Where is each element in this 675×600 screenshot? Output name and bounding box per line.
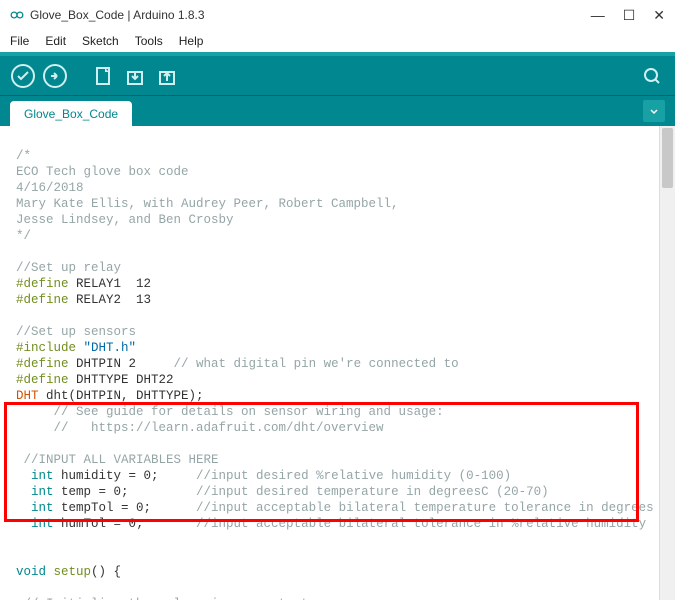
code-line: //Set up sensors	[16, 325, 136, 339]
code-line: // See guide for details on sensor wirin…	[16, 405, 444, 419]
code-line: int humTol = 0; //input acceptable bilat…	[16, 517, 646, 531]
code-line: #include "DHT.h"	[16, 341, 136, 355]
tab-menu-button[interactable]	[643, 100, 665, 122]
menu-edit[interactable]: Edit	[41, 32, 70, 50]
toolbar	[0, 52, 675, 96]
code-line: void setup() {	[16, 565, 121, 579]
code-line: #define RELAY2 13	[16, 293, 151, 307]
window-title: Glove_Box_Code | Arduino 1.8.3	[30, 8, 205, 22]
menubar: File Edit Sketch Tools Help	[0, 30, 675, 52]
vertical-scrollbar[interactable]	[659, 126, 675, 600]
maximize-button[interactable]: ☐	[623, 7, 636, 24]
menu-help[interactable]: Help	[175, 32, 208, 50]
code-line: int humidity = 0; //input desired %relat…	[16, 469, 511, 483]
tab-sketch[interactable]: Glove_Box_Code	[10, 101, 132, 126]
code-line: int temp = 0; //input desired temperatur…	[16, 485, 549, 499]
menu-tools[interactable]: Tools	[131, 32, 167, 50]
code-line: DHT dht(DHTPIN, DHTTYPE);	[16, 389, 204, 403]
upload-button[interactable]	[42, 63, 68, 89]
code-line: //INPUT ALL VARIABLES HERE	[16, 453, 219, 467]
code-line: // https://learn.adafruit.com/dht/overvi…	[16, 421, 384, 435]
new-button[interactable]	[90, 63, 116, 89]
code-editor[interactable]: /* ECO Tech glove box code 4/16/2018 Mar…	[0, 126, 659, 600]
serial-monitor-button[interactable]	[639, 63, 665, 89]
menu-sketch[interactable]: Sketch	[78, 32, 123, 50]
code-line: #define DHTTYPE DHT22	[16, 373, 174, 387]
code-line: #define DHTPIN 2 // what digital pin we'…	[16, 357, 459, 371]
titlebar: Glove_Box_Code | Arduino 1.8.3 — ☐ ✕	[0, 0, 675, 30]
open-button[interactable]	[122, 63, 148, 89]
editor-area: /* ECO Tech glove box code 4/16/2018 Mar…	[0, 126, 675, 600]
scroll-thumb[interactable]	[662, 128, 673, 188]
close-button[interactable]: ✕	[653, 7, 665, 24]
code-line: int tempTol = 0; //input acceptable bila…	[16, 501, 659, 515]
verify-button[interactable]	[10, 63, 36, 89]
code-line: Mary Kate Ellis, with Audrey Peer, Rober…	[16, 197, 399, 211]
menu-file[interactable]: File	[6, 32, 33, 50]
code-line: /*	[16, 149, 31, 163]
code-line: //Set up relay	[16, 261, 121, 275]
code-line: Jesse Lindsey, and Ben Crosby	[16, 213, 234, 227]
app-window: Glove_Box_Code | Arduino 1.8.3 — ☐ ✕ Fil…	[0, 0, 675, 600]
tabbar: Glove_Box_Code	[0, 96, 675, 126]
code-line: #define RELAY1 12	[16, 277, 151, 291]
arduino-icon	[10, 8, 24, 22]
minimize-button[interactable]: —	[591, 7, 605, 23]
code-line: 4/16/2018	[16, 181, 84, 195]
code-line: ECO Tech glove box code	[16, 165, 189, 179]
save-button[interactable]	[154, 63, 180, 89]
code-line: */	[16, 229, 31, 243]
